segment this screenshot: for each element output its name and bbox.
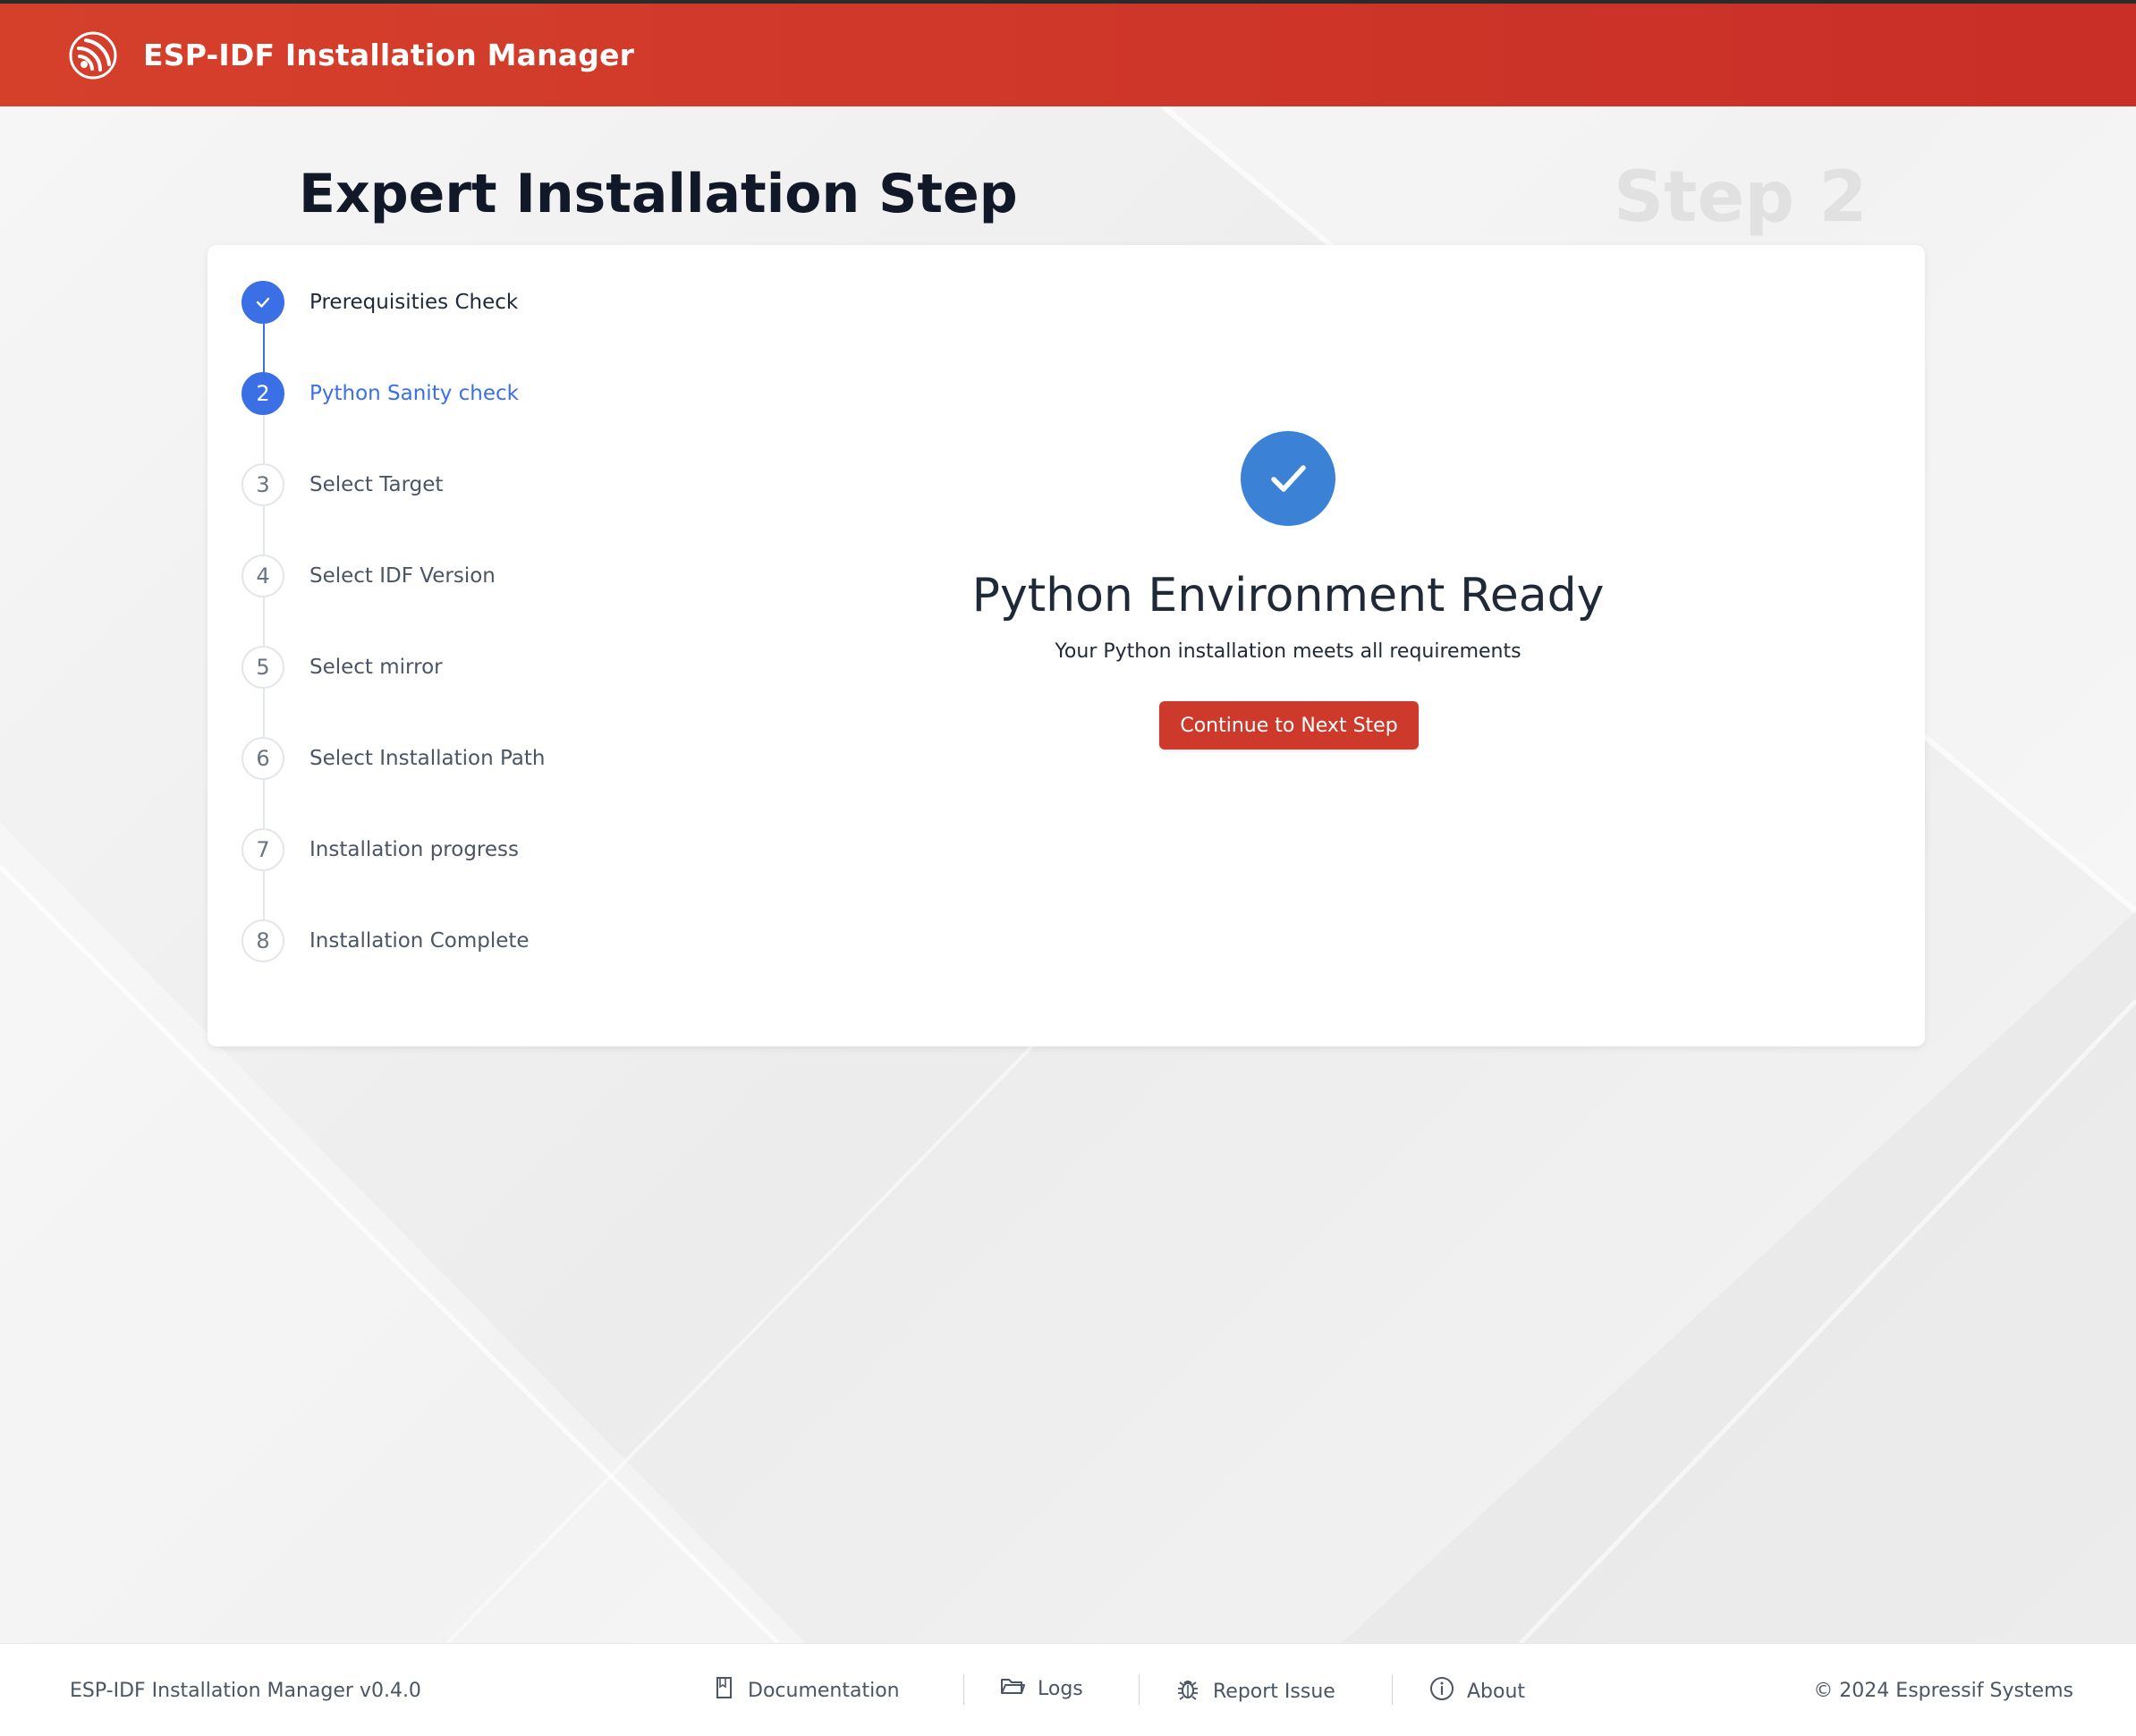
espressif-logo-icon bbox=[68, 30, 118, 80]
step-connector bbox=[263, 689, 265, 737]
footer-copyright: © 2024 Espressif Systems bbox=[1813, 1680, 2073, 1702]
wizard-card: Prerequisities Check 2 Python Sanity che… bbox=[208, 245, 1925, 1046]
footer-link-label: About bbox=[1467, 1680, 1526, 1703]
step-connector bbox=[263, 871, 265, 919]
step-number: 6 bbox=[242, 737, 284, 780]
app-title: ESP-IDF Installation Manager bbox=[143, 38, 635, 72]
footer-link-label: Report Issue bbox=[1213, 1680, 1335, 1703]
step-number: 8 bbox=[242, 919, 284, 962]
checkmark-circle-icon bbox=[1241, 431, 1335, 526]
result-title: Python Environment Ready bbox=[971, 569, 1605, 622]
step-connector bbox=[263, 415, 265, 463]
step-number: 3 bbox=[242, 463, 284, 506]
footer-divider bbox=[1392, 1674, 1393, 1705]
logs-link[interactable]: Logs bbox=[1000, 1676, 1083, 1701]
step-connector bbox=[263, 324, 265, 372]
step-label: Prerequisities Check bbox=[309, 291, 519, 314]
footer: ESP-IDF Installation Manager v0.4.0 Docu… bbox=[0, 1643, 2136, 1736]
step-select-target[interactable]: 3 Select Target bbox=[242, 462, 443, 508]
page-title: Expert Installation Step bbox=[299, 163, 1018, 225]
step-label: Installation progress bbox=[309, 838, 519, 861]
footer-link-label: Logs bbox=[1038, 1677, 1083, 1700]
step-connector bbox=[263, 780, 265, 828]
report-issue-link[interactable]: Report Issue bbox=[1175, 1676, 1335, 1706]
step-installation-progress[interactable]: 7 Installation progress bbox=[242, 826, 519, 873]
footer-version: ESP-IDF Installation Manager v0.4.0 bbox=[70, 1680, 421, 1702]
step-number: 2 bbox=[242, 372, 284, 415]
step-label: Installation Complete bbox=[309, 929, 530, 953]
step-installation-complete[interactable]: 8 Installation Complete bbox=[242, 918, 530, 964]
step-label: Python Sanity check bbox=[309, 382, 519, 405]
step-label: Select Installation Path bbox=[309, 747, 546, 770]
result-subtitle: Your Python installation meets all requi… bbox=[1055, 640, 1521, 663]
footer-divider bbox=[963, 1674, 964, 1705]
footer-link-label: Documentation bbox=[748, 1679, 900, 1702]
book-icon bbox=[714, 1676, 748, 1705]
about-link[interactable]: About bbox=[1429, 1676, 1525, 1706]
step-connector bbox=[263, 506, 265, 555]
check-icon bbox=[242, 281, 284, 324]
bug-icon bbox=[1175, 1676, 1213, 1706]
step-label: Select Target bbox=[309, 473, 444, 496]
step-python-sanity[interactable]: 2 Python Sanity check bbox=[242, 370, 519, 417]
folder-icon bbox=[1000, 1676, 1038, 1701]
step-prerequisites[interactable]: Prerequisities Check bbox=[242, 279, 518, 326]
step-select-installation-path[interactable]: 6 Select Installation Path bbox=[242, 735, 546, 782]
info-icon bbox=[1429, 1676, 1467, 1706]
continue-button[interactable]: Continue to Next Step bbox=[1159, 701, 1419, 749]
footer-divider bbox=[1139, 1674, 1140, 1705]
step-number: 7 bbox=[242, 828, 284, 871]
app-header: ESP-IDF Installation Manager bbox=[0, 4, 2136, 106]
documentation-link[interactable]: Documentation bbox=[714, 1676, 900, 1705]
step-watermark: Step 2 bbox=[1614, 157, 1868, 238]
